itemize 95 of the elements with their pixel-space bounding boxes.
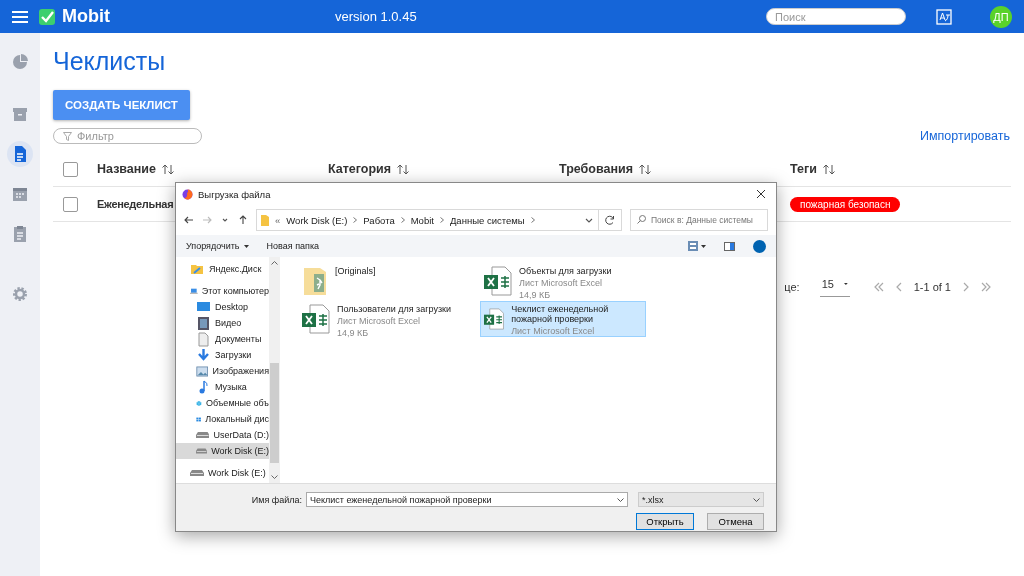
breadcrumb-separator-icon: [439, 217, 444, 223]
logo-icon: [38, 7, 56, 26]
column-header[interactable]: Название: [97, 162, 174, 176]
rows-per-page-select[interactable]: 15: [819, 276, 850, 297]
translate-icon[interactable]: [936, 8, 952, 25]
column-header[interactable]: Требования: [559, 162, 651, 176]
sidebar-item[interactable]: [7, 141, 33, 167]
open-button[interactable]: Открыть: [636, 513, 694, 530]
spreadsheet-icon: [302, 304, 330, 334]
cancel-button[interactable]: Отмена: [707, 513, 764, 530]
rows-per-page-label: це:: [784, 280, 800, 293]
file-item[interactable]: Чеклист еженедельной пожарной проверки Лист Microsoft Excel: [480, 301, 646, 337]
back-arrow-icon[interactable]: [184, 215, 194, 225]
select-all-checkbox[interactable]: [63, 161, 78, 177]
sort-icon: [638, 163, 651, 175]
file-item[interactable]: [Originals]: [298, 263, 464, 299]
image-icon: [196, 363, 209, 379]
first-page-icon[interactable]: [873, 281, 884, 292]
sort-icon: [822, 163, 835, 175]
scroll-down-icon[interactable]: [271, 475, 278, 479]
caret-icon: [843, 282, 848, 286]
organize-button[interactable]: Упорядочить: [186, 241, 249, 251]
folder-icon: [261, 214, 269, 226]
search-field[interactable]: Поиск: [766, 8, 906, 25]
tree-item[interactable]: Объемные объ: [176, 395, 269, 411]
tree-item[interactable]: Загрузки: [176, 347, 269, 363]
up-arrow-icon[interactable]: [238, 215, 248, 225]
drive-icon: [196, 432, 210, 438]
caret-icon: [243, 244, 249, 248]
import-link[interactable]: Импортировать: [920, 129, 1010, 143]
refresh-icon: [605, 215, 615, 225]
tag: пожарная безопасн: [790, 196, 901, 212]
column-header[interactable]: Теги: [790, 162, 835, 176]
file-item[interactable]: Пользователи для загрузки Лист Microsoft Excel 14,9 КБ: [298, 301, 464, 337]
version-label: version 1.0.45: [335, 9, 417, 24]
chevron-down-icon: [617, 497, 624, 502]
close-icon[interactable]: [756, 189, 766, 199]
folder-icon: [302, 266, 328, 296]
document-icon: [196, 331, 211, 347]
help-icon[interactable]: [753, 239, 766, 253]
breadcrumb-separator-icon: [530, 217, 535, 223]
tree-item[interactable]: Этот компьютер: [176, 283, 269, 299]
film-icon: [196, 315, 211, 331]
drive-icon: [190, 470, 204, 476]
tree-item[interactable]: UserData (D:): [176, 427, 269, 443]
app-name: Mobit: [62, 6, 110, 27]
filter-field[interactable]: Фильтр: [53, 128, 202, 144]
filter-icon: [63, 132, 72, 141]
spreadsheet-icon: [484, 266, 512, 296]
sort-icon: [397, 163, 410, 175]
settings-icon: [10, 284, 30, 304]
table-cell: Еженедельная: [97, 198, 174, 210]
breadcrumb-separator-icon: [400, 217, 405, 223]
row-checkbox[interactable]: [63, 196, 78, 212]
view-options-icon[interactable]: [688, 241, 706, 251]
tree-item[interactable]: Work Disk (E:): [176, 443, 269, 459]
dialog-title: Выгрузка файла: [198, 188, 271, 200]
breadcrumb-item[interactable]: «: [275, 214, 281, 226]
scrollbar-thumb[interactable]: [270, 362, 279, 463]
file-name-field[interactable]: Чеклист еженедельной пожарной проверки: [306, 492, 628, 507]
file-name-label: Имя файла:: [251, 494, 302, 505]
drive-icon: [196, 448, 208, 454]
tree-item[interactable]: Work Disk (E:): [176, 465, 269, 481]
pie-chart-icon: [10, 52, 30, 72]
file-type-select[interactable]: *.xlsx: [638, 492, 764, 507]
file-item[interactable]: Объекты для загрузки Лист Microsoft Excel 14,9 КБ: [480, 263, 646, 299]
tree-item[interactable]: Локальный дис: [176, 411, 269, 427]
preview-pane-icon[interactable]: [724, 241, 735, 251]
breadcrumb-item[interactable]: Данные системы: [449, 214, 525, 226]
search-field[interactable]: Поиск в: Данные системы: [630, 209, 768, 231]
tree-item[interactable]: Яндекс.Диск: [176, 261, 269, 277]
browser-icon: [182, 188, 193, 200]
sort-icon: [162, 163, 174, 175]
page-range: 1-1 of 1: [913, 280, 951, 293]
new-folder-button[interactable]: Новая папка: [266, 241, 320, 251]
breadcrumb-item[interactable]: Work Disk (E:): [286, 214, 348, 226]
last-page-icon[interactable]: [981, 281, 991, 292]
tree-item[interactable]: Изображения: [176, 363, 269, 379]
menu-icon[interactable]: [12, 9, 28, 24]
page-title: Чеклисты: [53, 47, 167, 76]
tree-item[interactable]: Документы: [176, 331, 269, 347]
scroll-up-icon[interactable]: [271, 261, 278, 265]
breadcrumb-separator-icon: [353, 217, 358, 223]
search-icon: [637, 215, 646, 224]
chevron-down-icon: [753, 497, 760, 502]
tree-item[interactable]: Музыка: [176, 379, 269, 395]
download-icon: [196, 347, 211, 363]
address-bar[interactable]: « Work Disk (E:) Работа Mobit Данные системы: [256, 209, 599, 231]
tree-item[interactable]: Desktop: [176, 299, 269, 315]
tree-item[interactable]: Видео: [176, 315, 269, 331]
refresh-button[interactable]: [599, 209, 622, 231]
breadcrumb-item[interactable]: Mobit: [410, 214, 434, 226]
next-page-icon[interactable]: [961, 281, 971, 292]
breadcrumb-item[interactable]: Работа: [363, 214, 395, 226]
column-header[interactable]: Категория: [328, 162, 410, 176]
